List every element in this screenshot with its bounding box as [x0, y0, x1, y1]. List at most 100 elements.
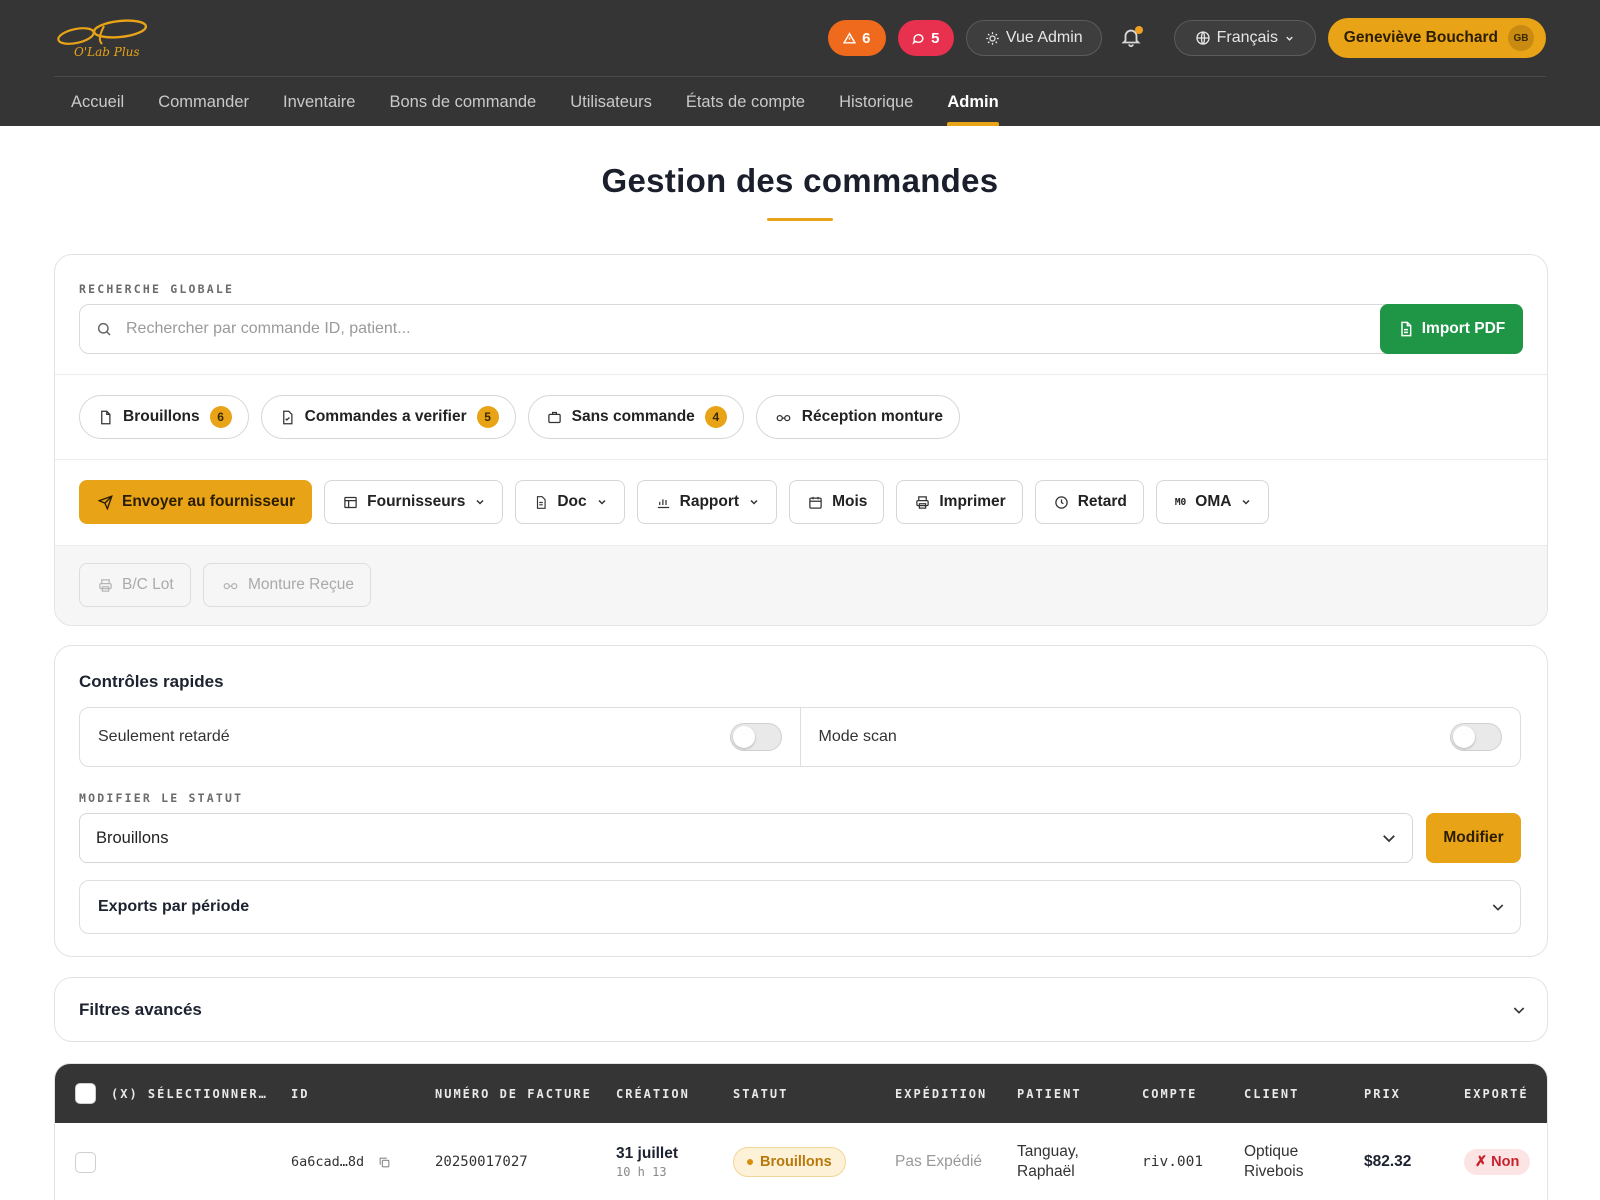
only-late-label: Seulement retardé [98, 728, 230, 745]
toggle-group: Seulement retardé Mode scan [79, 707, 1521, 767]
col-price[interactable]: PRIX [1364, 1064, 1401, 1123]
col-exported[interactable]: EXPORTÉ [1464, 1064, 1529, 1123]
page-title: Gestion des commandes [601, 162, 999, 199]
col-id[interactable]: ID [291, 1064, 309, 1123]
vue-admin-button[interactable]: Vue Admin [965, 20, 1102, 56]
nav-item-accueil[interactable]: Accueil [54, 78, 141, 126]
language-label: Français [1216, 29, 1278, 46]
copy-icon[interactable] [378, 1156, 391, 1169]
suppliers-dropdown[interactable]: Fournisseurs [324, 480, 504, 524]
col-client[interactable]: CLIENT [1244, 1064, 1299, 1123]
alerts-badge-button[interactable]: 6 [827, 20, 886, 56]
chip-label: Réception monture [801, 408, 944, 425]
vue-admin-label: Vue Admin [1005, 29, 1083, 46]
row-id: 6a6cad…8d [291, 1154, 365, 1170]
frame-received-button[interactable]: Monture Reçue [203, 563, 371, 607]
nav-item-utilisateurs[interactable]: Utilisateurs [553, 78, 669, 126]
col-invoice[interactable]: NUMÉRO DE FACTURE [435, 1064, 592, 1123]
status-section-label: MODIFIER LE STATUT [79, 791, 244, 805]
quick-controls-card: Contrôles rapides Seulement retardé Mode… [54, 645, 1548, 957]
orders-table: (X) SÉLECTIONNER… ID NUMÉRO DE FACTURE C… [54, 1063, 1548, 1200]
col-account[interactable]: COMPTE [1142, 1064, 1197, 1123]
globe-icon [1195, 31, 1210, 45]
chip-brouillons[interactable]: Brouillons 6 [79, 395, 249, 439]
print-button[interactable]: Imprimer [896, 480, 1023, 524]
chevron-down-icon [1492, 904, 1504, 911]
month-button[interactable]: Mois [789, 480, 885, 524]
nav-item-admin[interactable]: Admin [930, 78, 1015, 126]
status-dot [747, 1159, 753, 1165]
delay-button[interactable]: Retard [1034, 480, 1144, 524]
svg-text:O'Lab Plus: O'Lab Plus [74, 45, 140, 59]
only-late-row: Seulement retardé [80, 708, 800, 766]
search-field[interactable] [79, 304, 1417, 354]
table-row[interactable]: 6a6cad…8d 20250017027 31 juillet 10 h 13… [55, 1123, 1547, 1200]
row-patient-line2: Raphaël [1017, 1163, 1075, 1180]
col-shipping[interactable]: EXPÉDITION [895, 1064, 987, 1123]
doc-dropdown[interactable]: Doc [515, 480, 625, 524]
advanced-filters-title: Filtres avancés [79, 999, 202, 1019]
chevron-down-icon [1513, 1006, 1525, 1014]
title-underline [767, 218, 833, 221]
doc-label: Doc [557, 493, 587, 510]
status-badge-label: Brouillons [760, 1154, 832, 1170]
advanced-filters-accordion[interactable]: Filtres avancés [54, 977, 1548, 1042]
top-bar: O'Lab Plus 6 5 Vue Admin Français Genevi… [0, 0, 1600, 126]
only-late-toggle[interactable] [729, 723, 782, 751]
chat-icon [912, 33, 924, 45]
avatar: GB [1508, 25, 1534, 51]
search-input[interactable] [126, 320, 1326, 338]
nav-item-commander[interactable]: Commander [141, 78, 266, 126]
import-pdf-label: Import PDF [1421, 320, 1506, 337]
sun-icon [986, 31, 999, 45]
status-select[interactable]: Brouillons [79, 813, 1413, 863]
exports-accordion[interactable]: Exports par période [79, 880, 1521, 934]
col-patient[interactable]: PATIENT [1017, 1064, 1082, 1123]
oma-dropdown[interactable]: M0 OMA [1155, 480, 1270, 524]
quick-controls-title: Contrôles rapides [79, 672, 224, 691]
printer-icon [99, 578, 112, 592]
suppliers-label: Fournisseurs [367, 493, 466, 510]
messages-badge-button[interactable]: 5 [897, 20, 954, 56]
status-badge: Brouillons [733, 1147, 846, 1177]
chip-count: 5 [476, 406, 499, 428]
row-client-line2: Rivebois [1244, 1163, 1304, 1180]
scan-mode-toggle[interactable] [1450, 723, 1502, 751]
warning-icon [843, 31, 857, 44]
language-select[interactable]: Français [1173, 20, 1316, 56]
nav-item-inventaire[interactable]: Inventaire [266, 78, 372, 126]
toggle-knob [732, 726, 755, 748]
briefcase-icon [547, 411, 561, 423]
file-text-icon [1401, 321, 1412, 337]
table-icon [344, 496, 357, 508]
import-pdf-button[interactable]: Import PDF [1380, 304, 1523, 354]
main-nav: Accueil Commander Inventaire Bons de com… [54, 78, 1016, 126]
nav-item-bons-de-commande[interactable]: Bons de commande [372, 78, 553, 126]
row-select-cell [75, 1123, 96, 1200]
chip-sans-commande[interactable]: Sans commande 4 [527, 395, 744, 439]
bar-chart-icon [657, 498, 669, 508]
glasses-icon [223, 582, 238, 589]
col-created[interactable]: CRÉATION [616, 1064, 690, 1123]
notifications-button[interactable] [1120, 26, 1144, 50]
nav-item-etats-de-compte[interactable]: États de compte [669, 78, 822, 126]
chevron-down-icon [1286, 36, 1293, 41]
nav-item-historique[interactable]: Historique [822, 78, 930, 126]
search-icon [97, 322, 111, 336]
row-checkbox[interactable] [75, 1151, 96, 1173]
search-section-label: RECHERCHE GLOBALE [79, 282, 235, 296]
col-status[interactable]: STATUT [733, 1064, 788, 1123]
report-dropdown[interactable]: Rapport [636, 480, 778, 524]
send-to-supplier-button[interactable]: Envoyer au fournisseur [79, 480, 313, 524]
user-menu-button[interactable]: Geneviève Bouchard GB [1327, 18, 1546, 58]
user-name: Geneviève Bouchard [1343, 29, 1498, 46]
bc-lot-button[interactable]: B/C Lot [79, 563, 191, 607]
calendar-icon [809, 496, 822, 509]
search-actions-card: RECHERCHE GLOBALE Import PDF Brouillons … [54, 254, 1548, 626]
modify-status-button[interactable]: Modifier [1426, 813, 1521, 863]
chip-reception-monture[interactable]: Réception monture [755, 395, 961, 439]
brand-logo[interactable]: O'Lab Plus [54, 16, 154, 60]
clock-icon [1054, 495, 1068, 509]
select-all-checkbox[interactable] [75, 1083, 96, 1104]
chip-commandes-a-verifier[interactable]: Commandes a verifier 5 [260, 395, 516, 439]
